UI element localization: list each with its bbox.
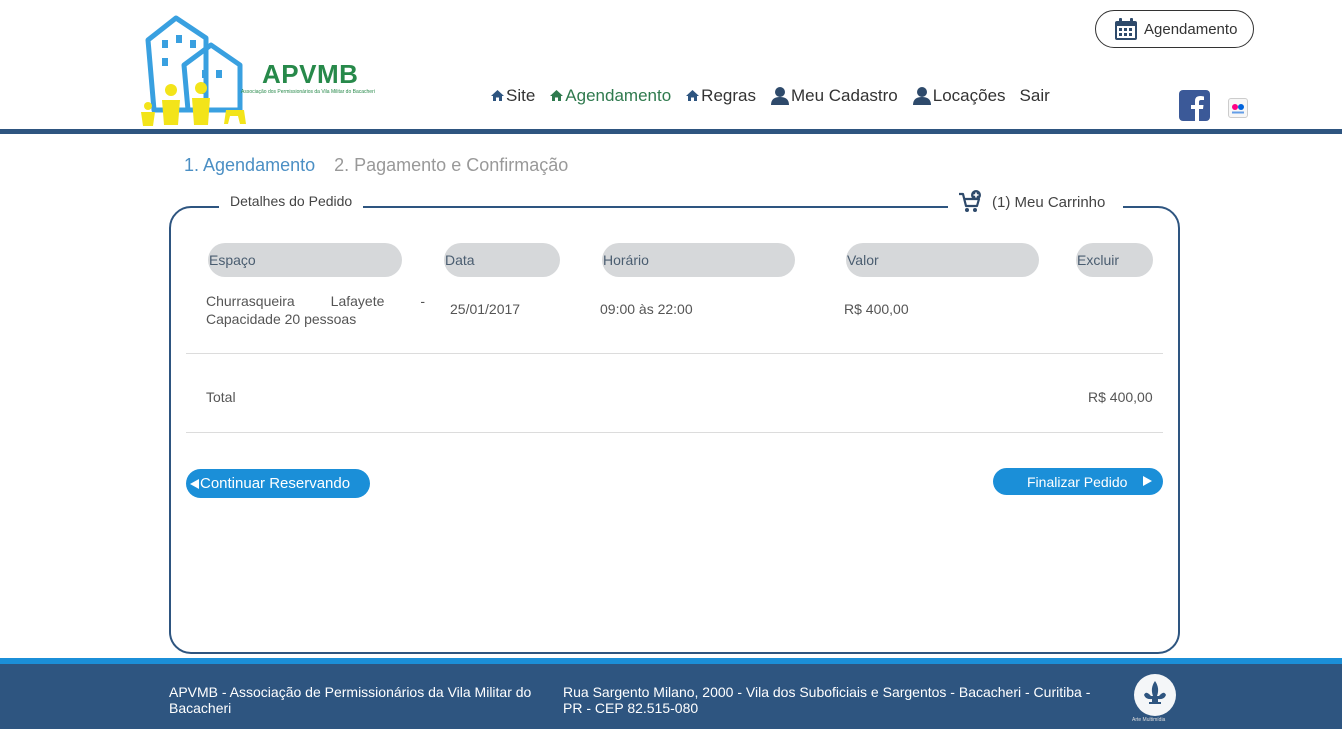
main-nav: Site Agendamento Regras Meu Cadastro Loc… xyxy=(490,86,1064,106)
nav-item-agendamento[interactable]: Agendamento xyxy=(549,86,671,106)
arrow-right-icon xyxy=(1143,476,1152,486)
calendar-icon xyxy=(1115,18,1137,40)
footer-address: Rua Sargento Milano, 2000 - Vila dos Sub… xyxy=(563,684,1091,716)
row-value: R$ 400,00 xyxy=(844,301,909,317)
top-agendamento-label: Agendamento xyxy=(1144,20,1238,38)
column-header-espaco: Espaço xyxy=(208,243,402,277)
column-header-valor: Valor xyxy=(846,243,1039,277)
continue-reserving-button[interactable]: Continuar Reservando xyxy=(186,469,370,498)
row-divider xyxy=(186,353,1163,354)
nav-item-site-label: Site xyxy=(506,86,536,105)
cart-summary[interactable]: (1) Meu Carrinho xyxy=(948,189,1124,215)
header-divider xyxy=(0,129,1342,134)
arte-multimidia-logo[interactable] xyxy=(1134,674,1176,716)
nav-item-agendamento-label: Agendamento xyxy=(565,86,672,105)
site-header: APVMB Associação dos Permissionários da … xyxy=(0,0,1342,130)
arrow-left-icon xyxy=(190,478,199,489)
finish-order-label: Finalizar Pedido xyxy=(1027,473,1128,490)
facebook-icon[interactable] xyxy=(1179,90,1210,121)
footer-association-name: APVMB - Associação de Permissionários da… xyxy=(169,684,532,716)
column-header-horario: Horário xyxy=(602,243,795,277)
home-icon xyxy=(491,90,504,101)
finish-order-button[interactable]: Finalizar Pedido xyxy=(993,468,1163,495)
nav-item-sair-label: Sair xyxy=(1019,86,1050,105)
user-icon xyxy=(770,87,789,105)
fleur-de-lis-icon xyxy=(1144,681,1166,704)
user-icon xyxy=(912,87,931,105)
total-divider xyxy=(186,432,1163,433)
logo-title: APVMB xyxy=(262,59,359,89)
nav-item-regras[interactable]: Regras xyxy=(685,86,756,106)
footer-badge-text: Arte Multimídia xyxy=(1132,717,1166,723)
home-icon xyxy=(550,90,564,101)
nav-item-sair[interactable]: Sair xyxy=(1020,86,1050,106)
step-pagamento[interactable]: 2. Pagamento e Confirmação xyxy=(334,155,568,176)
nav-item-regras-label: Regras xyxy=(701,86,756,105)
top-agendamento-button[interactable]: Agendamento xyxy=(1095,10,1254,48)
row-time: 09:00 às 22:00 xyxy=(600,301,693,317)
total-label: Total xyxy=(206,389,236,405)
cart-summary-label: (1) Meu Carrinho xyxy=(992,193,1106,211)
home-icon xyxy=(686,90,700,101)
step-agendamento[interactable]: 1. Agendamento xyxy=(184,155,315,176)
nav-item-meu-cadastro-label: Meu Cadastro xyxy=(790,86,898,105)
row-space-name: Churrasqueira Lafayete - Capacidade 20 p… xyxy=(206,293,425,327)
total-value: R$ 400,00 xyxy=(1088,389,1153,405)
nav-item-meu-cadastro[interactable]: Meu Cadastro xyxy=(770,86,898,106)
nav-item-locacoes-label: Locações xyxy=(932,86,1006,105)
nav-item-locacoes[interactable]: Locações xyxy=(912,86,1006,106)
flickr-icon[interactable] xyxy=(1228,98,1248,118)
checkout-steps: 1. Agendamento 2. Pagamento e Confirmaçã… xyxy=(184,155,568,176)
cart-add-icon xyxy=(959,190,981,212)
column-header-excluir: Excluir xyxy=(1076,243,1153,277)
logo-subtitle: Associação dos Permissionários da Vila M… xyxy=(241,89,375,95)
continue-reserving-label: Continuar Reservando xyxy=(200,475,351,492)
order-details-legend: Detalhes do Pedido xyxy=(219,193,364,209)
nav-item-site[interactable]: Site xyxy=(490,86,535,106)
row-date: 25/01/2017 xyxy=(450,301,521,317)
column-header-data: Data xyxy=(444,243,560,277)
